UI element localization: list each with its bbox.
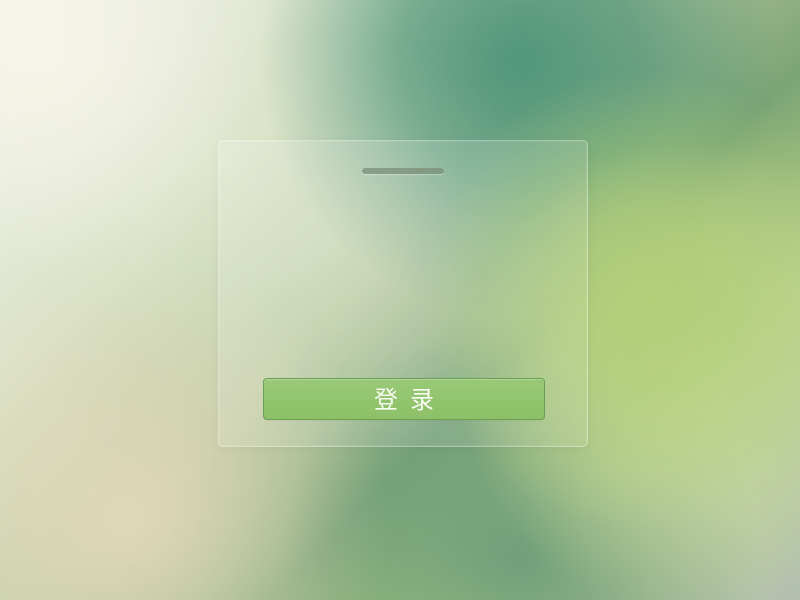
drag-handle-icon	[362, 168, 444, 174]
login-screen: 登录	[0, 0, 800, 600]
login-card: 登录	[218, 140, 588, 447]
login-button[interactable]: 登录	[263, 378, 545, 420]
